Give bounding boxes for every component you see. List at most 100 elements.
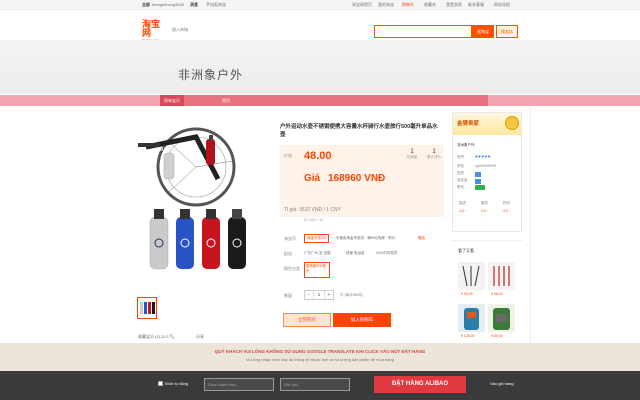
top-nav-all[interactable]: 全部	[142, 2, 150, 8]
price-vnd: 168960 VNĐ	[328, 173, 386, 184]
shop-card-header: 金牌卖家	[453, 113, 521, 135]
score-logistics-value: 4.9 ↑	[503, 209, 511, 213]
top-nav-favorites[interactable]: 收藏夹	[424, 2, 436, 8]
order-toolbar: Đích tự động Chọn danh mục Ghi chú ĐẶT H…	[0, 371, 640, 400]
promo-text: 可使用淘金币抵扣 · 满99元免邮 · 积分	[336, 236, 396, 240]
score-description-value: 4.9 ↑	[459, 209, 467, 213]
related-photo-1	[458, 262, 485, 290]
medal-icon	[505, 116, 519, 130]
category-select[interactable]: Chọn danh mục	[204, 378, 274, 391]
related-price-2: ¥ 58.00	[491, 292, 503, 296]
favorite-product-link[interactable]: 收藏宝贝 (1122人气)	[138, 334, 174, 340]
add-to-cart-button[interactable]: 加入购物车	[333, 313, 391, 327]
promo-tag: 淘金币抵2%	[304, 234, 330, 243]
see-also-title: 看了又看	[458, 248, 474, 253]
place-order-button[interactable]: ĐẶT HÀNG ALIBAO	[374, 376, 466, 393]
top-nav-site-map[interactable]: 网站导航	[494, 2, 510, 8]
product-image[interactable]: OUTER	[136, 117, 272, 277]
credit-label: 信誉	[457, 155, 464, 159]
warning-title: QUÝ KHÁCH VUI LÒNG KHÔNG SỬ DỤNG GOOGLE …	[214, 349, 426, 354]
search-taobao-button[interactable]: 搜淘宝	[472, 25, 494, 38]
promo-label: 淘金币	[284, 236, 296, 241]
contact-label: 联系	[457, 185, 464, 189]
shipping-fee: 快递 免运费	[346, 251, 365, 255]
promo-gift: 赠送	[418, 236, 425, 240]
taobao-logo[interactable]: 淘宝网 Taobao.com	[142, 20, 168, 43]
stock-info: 件 (库存983件)	[340, 293, 364, 297]
top-nav-mobile[interactable]: 手机逛淘宝	[206, 2, 226, 8]
note-input[interactable]: Ghi chú	[280, 378, 350, 391]
buy-now-button[interactable]: 立刻购买	[283, 313, 331, 327]
tab-all-products[interactable]: 所有宝贝	[160, 95, 184, 106]
shop-banner	[0, 40, 640, 94]
variant-option-silver[interactable]: 银色款500毫升	[304, 262, 330, 278]
exchange-rate: Tỉ giá: 3520 VNĐ / 1 CNY	[284, 207, 341, 213]
go-to-cart-link[interactable]: Vào giỏ hàng	[490, 381, 514, 386]
thumbnail-photo	[140, 302, 155, 314]
score-logistics-label: 物流	[503, 201, 510, 205]
warning-subtitle: Vui lòng nhập chọn đầy đủ thông tin thuộ…	[246, 357, 394, 362]
price-cny: 48.00	[304, 150, 332, 162]
related-price-4: ¥ 60.00	[491, 334, 503, 338]
auto-checkbox[interactable]	[158, 381, 163, 386]
side-divider	[452, 240, 522, 241]
price-box: 价格 48.00 1 月销量 1 累计评价 Giá 168960 VNĐ Tỉ …	[280, 145, 444, 222]
quantity-value[interactable]: 1	[313, 291, 325, 299]
owner-value[interactable]: sgb99999999	[475, 164, 496, 168]
top-nav-messages[interactable]: 消息	[190, 2, 198, 8]
usd-price: 约 US$ 7.36	[304, 218, 324, 222]
top-nav-cart[interactable]: 购物车	[402, 2, 414, 8]
related-product-3[interactable]	[458, 304, 485, 332]
variant-label: 颜色分类	[284, 266, 300, 271]
price-vnd-label: Giá	[304, 173, 321, 184]
score-description-label: 描述	[459, 201, 466, 205]
search-shop-button[interactable]: 搜本店	[496, 25, 518, 38]
quantity-decrease-button[interactable]: −	[305, 291, 313, 299]
shop-card-name[interactable]: 非洲象户外	[457, 143, 475, 148]
top-nav-my-taobao[interactable]: 我的淘宝	[378, 2, 394, 8]
quantity-stepper[interactable]: − 1 +	[304, 290, 334, 300]
product-thumbnail[interactable]	[137, 297, 157, 319]
top-nav-seller[interactable]: 我是卖家	[446, 2, 462, 8]
column-divider	[530, 108, 531, 348]
search-input[interactable]	[374, 25, 472, 38]
qualification-icon	[475, 172, 481, 177]
logo-text: 淘宝网	[142, 19, 161, 38]
reviews-label: 累计评价	[427, 155, 441, 159]
tab-home[interactable]: 首页	[218, 95, 234, 106]
header: 淘宝网 Taobao.com 进入市场 搜淘宝 搜本店	[0, 10, 640, 43]
related-product-4[interactable]	[488, 304, 515, 332]
related-product-1[interactable]	[458, 262, 485, 290]
product-title: 户外运动水壶不锈钢便携大容量水杯骑行水壶旅行500毫升单品水壶	[280, 124, 438, 138]
deposit-label: 保证金	[457, 178, 468, 182]
related-photo-3	[458, 304, 485, 332]
top-nav-username[interactable]: thenghithong3630	[152, 2, 184, 7]
reviews-counter[interactable]: 1 累计评价	[424, 149, 444, 160]
top-nav-customer-service[interactable]: 联系客服	[468, 2, 484, 8]
shipping-from[interactable]: 广东广州 至 全国	[304, 251, 330, 256]
shop-name[interactable]: 非洲象户外	[178, 66, 243, 83]
enter-market-link[interactable]: 进入市场	[172, 27, 188, 33]
shop-card: 金牌卖家 非洲象户外 信誉 ♥♥♥♥♥ 掌柜 sgb99999999 资质 保证…	[452, 112, 522, 232]
top-nav-taobao-home[interactable]: 淘宝网首页	[352, 2, 372, 8]
related-photo-2	[488, 262, 515, 290]
auto-checkbox-label: Đích tự động	[165, 381, 189, 386]
gold-seller-badge: 金牌卖家	[457, 121, 480, 127]
monthly-sales-counter: 1 月销量	[402, 149, 422, 160]
shop-nav: 所有宝贝 首页	[0, 95, 640, 106]
shipping-time: 24小时内发货	[376, 251, 398, 255]
share-link[interactable]: 分享	[196, 334, 204, 340]
related-price-1: ¥ 95.00	[461, 292, 473, 296]
related-product-2[interactable]	[488, 262, 515, 290]
chat-icon[interactable]	[475, 185, 485, 190]
quantity-increase-button[interactable]: +	[325, 291, 333, 299]
product-photo: OUTER	[136, 117, 272, 277]
svg-text:OUTER: OUTER	[158, 147, 176, 153]
score-service-value: 4.9 ↑	[481, 209, 489, 213]
shop-nav-inner: 所有宝贝 首页	[160, 95, 488, 106]
price-label: 价格	[284, 153, 292, 158]
score-service-label: 服务	[481, 201, 488, 205]
owner-label: 掌柜	[457, 164, 464, 168]
quantity-label: 数量	[284, 293, 292, 298]
deposit-icon	[475, 179, 481, 184]
